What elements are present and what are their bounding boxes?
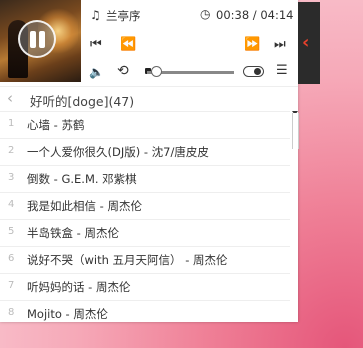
list-item[interactable]: 1 心墙 - 苏鹤 [0,111,290,138]
volume-icon[interactable]: 🔈 [89,65,104,79]
pause-button[interactable] [18,20,56,58]
scrollbar[interactable] [291,111,299,318]
skip-forward-icon[interactable]: ⏭ [274,38,286,52]
track-number: 5 [8,226,15,237]
music-note-icon: ♫ [90,8,101,22]
track-title: 说好不哭（with 五月天阿信） - 周杰伦 [27,253,228,267]
track-title: 倒数 - G.E.M. 邓紫棋 [27,172,137,186]
track-title: 心墙 - 苏鹤 [27,118,85,132]
repeat-icon[interactable]: ⟲ [117,64,129,78]
track-title: 听妈妈的话 - 周杰伦 [27,280,131,294]
list-item[interactable]: 7 听妈妈的话 - 周杰伦 [0,273,290,300]
list-item[interactable]: 6 说好不哭（with 五月天阿信） - 周杰伦 [0,246,290,273]
track-title: Mojito - 周杰伦 [27,307,108,321]
side-toggle-tab[interactable]: ‹ [298,2,320,84]
pause-icon-bar-left [30,31,36,48]
list-item[interactable]: 8 Mojito - 周杰伦 [0,300,290,327]
volume-slider-handle[interactable] [151,66,162,77]
time-display: 00:38 / 04:14 [216,8,294,22]
list-item[interactable]: 5 半岛铁盒 - 周杰伦 [0,219,290,246]
music-player: ♫ 兰亭序 ◷ 00:38 / 04:14 ⏮ ⏪ ⏩ ⏭ 🔈 ⟲ ☰ ‹ 好听… [0,0,299,322]
track-number: 1 [8,118,15,129]
playlist-name: 好听的[doge](47) [30,94,135,109]
track-title: 我是如此相信 - 周杰伦 [27,199,142,213]
track-number: 2 [8,145,15,156]
album-cover[interactable] [0,0,81,82]
now-playing-row: ♫ 兰亭序 ◷ 00:38 / 04:14 [89,7,294,25]
track-title: 一个人爱你很久(DJ版) - 沈7/唐皮皮 [27,145,209,159]
track-number: 7 [8,280,15,291]
list-icon[interactable]: ☰ [276,64,288,78]
pause-icon-bar-right [39,31,45,48]
chevron-left-icon: ‹ [302,32,310,53]
rewind-icon[interactable]: ⏪ [120,38,136,52]
toggle-knob [254,68,261,75]
track-title: 半岛铁盒 - 周杰伦 [27,226,119,240]
back-icon[interactable]: ‹ [7,89,13,107]
track-number: 6 [8,253,15,264]
toggle-switch[interactable] [243,66,264,77]
list-item[interactable]: 4 我是如此相信 - 周杰伦 [0,192,290,219]
song-title: 兰亭序 [106,9,141,23]
song-list: 1 心墙 - 苏鹤 2 一个人爱你很久(DJ版) - 沈7/唐皮皮 3 倒数 - G.E.… [0,111,290,327]
track-number: 4 [8,199,15,210]
forward-icon[interactable]: ⏩ [244,38,260,52]
track-number: 8 [8,307,15,318]
playlist-header: ‹ 好听的[doge](47) [0,86,298,111]
clock-icon: ◷ [200,7,211,21]
skip-back-icon[interactable]: ⏮ [90,38,102,52]
list-item[interactable]: 2 一个人爱你很久(DJ版) - 沈7/唐皮皮 [0,138,290,165]
list-item[interactable]: 3 倒数 - G.E.M. 邓紫棋 [0,165,290,192]
track-number: 3 [8,172,15,183]
scrollbar-thumb[interactable] [292,113,299,149]
